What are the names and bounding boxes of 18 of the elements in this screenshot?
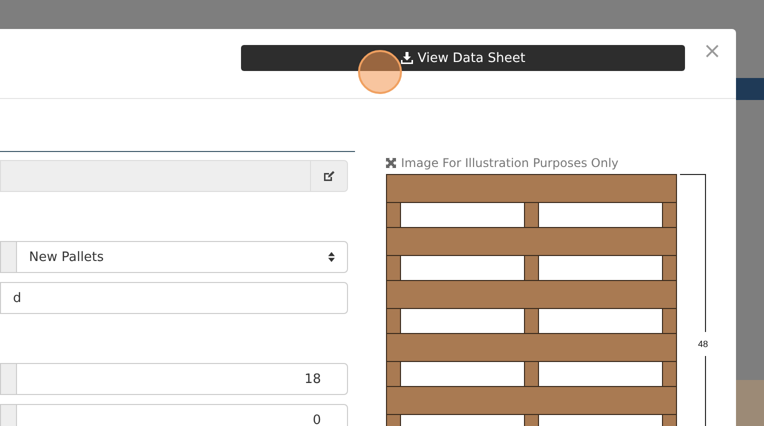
input-addon xyxy=(0,241,16,273)
edit-button[interactable] xyxy=(310,160,348,192)
click-indicator xyxy=(358,50,402,94)
updown-icon xyxy=(328,252,335,262)
input-addon xyxy=(0,363,16,395)
expand-icon xyxy=(386,158,396,168)
background-panel xyxy=(736,380,764,426)
background-bar xyxy=(736,78,764,100)
view-data-sheet-button[interactable]: View Data Sheet xyxy=(241,45,685,71)
number-field[interactable]: 18 xyxy=(16,363,348,395)
dimension-line xyxy=(705,356,706,426)
download-icon xyxy=(400,52,413,64)
input-field[interactable]: d xyxy=(0,282,348,314)
edit-icon xyxy=(323,170,335,182)
number-field[interactable]: 0 xyxy=(16,404,348,426)
image-caption: Image For Illustration Purposes Only xyxy=(401,156,619,170)
dimension-label: 48 xyxy=(698,338,708,350)
pallet-type-select[interactable]: New Pallets xyxy=(16,241,348,273)
